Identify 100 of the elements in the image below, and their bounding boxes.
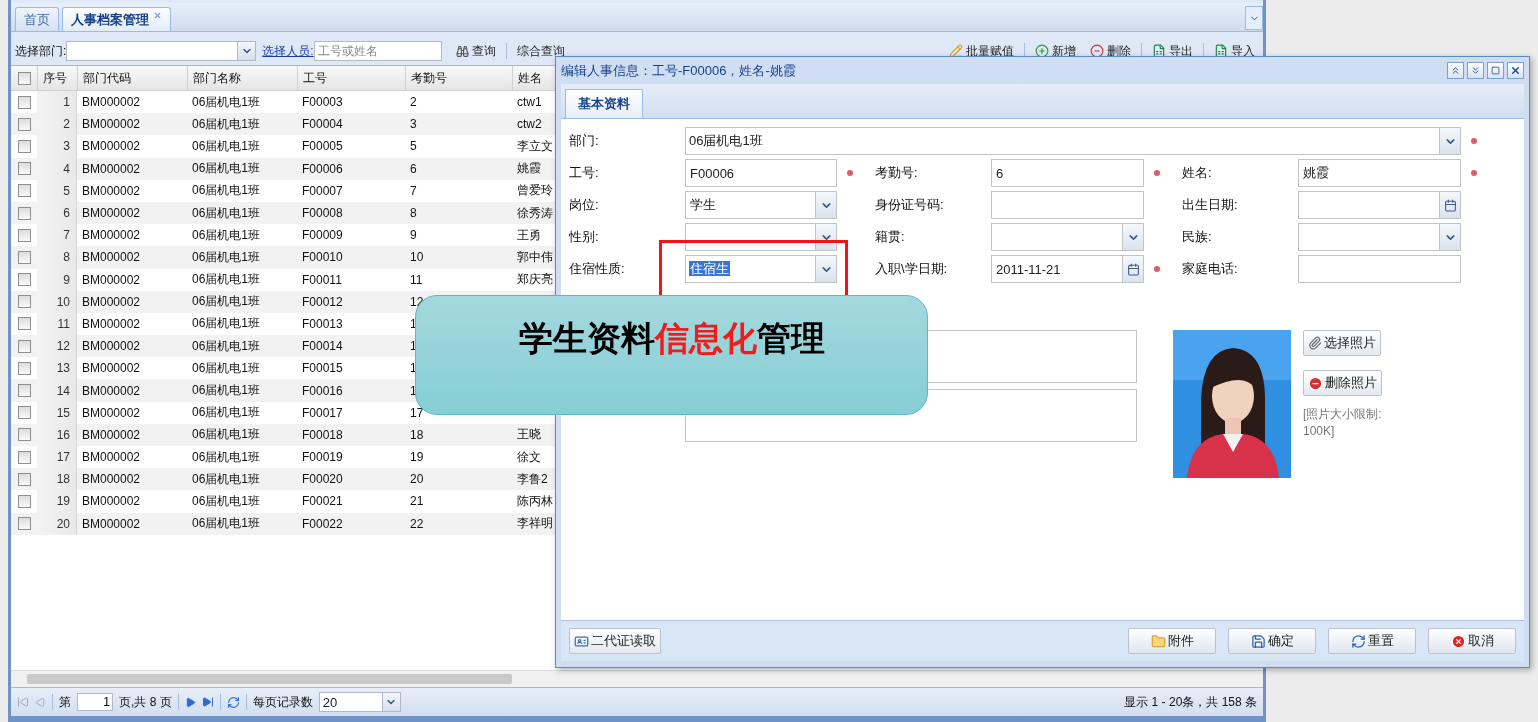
table-cell-text: F00015 [301,361,344,376]
table-cell-text: 06届机电1班 [191,337,262,355]
table-cell-text: BM000002 [81,405,142,420]
record-summary: 显示 1 - 20条，共 158 条 [1124,693,1257,711]
table-cell-text: F00016 [301,383,344,398]
table-cell-text: F00020 [301,472,344,487]
table-cell-text: ctw2 [516,117,543,132]
table-cell-text: F00006 [301,161,344,176]
table-cell-text: 徐秀涛 [516,204,554,222]
table-cell-text: 王勇 [516,226,542,244]
row-number: 11 [37,312,77,336]
table-cell-text: BM000002 [81,339,142,354]
table-cell-text: F00019 [301,450,344,465]
row-number: 9 [37,268,77,291]
table-cell-text: 郭中伟 [516,248,554,266]
table-cell-text: 19 [409,450,425,465]
table-cell-text: F00018 [301,427,344,442]
table-cell-text: 06届机电1班 [191,382,262,400]
table-cell-text: F00008 [301,206,344,221]
table-cell-text: 06届机电1班 [191,470,262,488]
row-number: 17 [37,446,77,469]
table-cell-text: BM000002 [81,316,142,331]
table-cell-text: 徐文 [516,448,542,466]
field-label: 入职\学日期: [875,260,949,278]
table-cell-text: F00021 [301,494,344,509]
table-cell-text: 17 [409,405,425,420]
table-cell-text: 郑庆亮 [516,271,554,289]
table-cell-text: 6 [409,161,418,176]
table-cell-text: 06届机电1班 [191,315,262,333]
table-cell-text: 21 [409,494,425,509]
row-number: 13 [37,357,77,380]
table-cell-text: ctw1 [516,95,543,110]
field-label: 岗位: [569,196,600,214]
field-label: 部门: [569,132,600,150]
table-cell-text: F00011 [301,272,343,287]
table-cell-text: BM000002 [81,206,142,221]
row-number: 15 [37,401,77,424]
table-cell-text: BM000002 [81,516,142,531]
page-size-label: 每页记录数 [252,693,313,711]
dialog-title: 编辑人事信息：工号-F00006，姓名-姚霞 [561,61,796,80]
field-label: 身份证号码: [875,196,945,214]
table-cell-text: 06届机电1班 [191,492,262,510]
table-cell-text: 李鲁2 [516,470,549,488]
table-cell-text: BM000002 [81,161,142,176]
table-cell-text: 06届机电1班 [191,359,262,377]
table-cell-text: BM000002 [81,361,142,376]
table-cell-text: 06届机电1班 [191,248,262,266]
table-cell-text: 06届机电1班 [191,293,262,311]
field-label: 性别: [569,228,600,246]
table-cell-text: BM000002 [81,472,142,487]
table-cell-text: 06届机电1班 [191,226,262,244]
row-number: 3 [37,135,77,158]
table-cell-text: 22 [409,516,425,531]
table-cell-text: F00013 [301,316,344,331]
field-label: 出生日期: [1182,196,1239,214]
table-cell-text: BM000002 [81,427,142,442]
table-cell-text: 06届机电1班 [191,137,262,155]
page-label: 第 [59,693,71,711]
table-cell-text: 06届机电1班 [191,115,262,133]
table-cell-text: 王晓 [516,426,542,444]
row-number: 5 [37,179,77,202]
callout-text: 学生资料信息化管理 [518,317,825,360]
table-cell-text: F00009 [301,228,344,243]
table-cell-text: 曾爱玲 [516,182,554,200]
table-cell-text: F00014 [301,339,344,354]
table-cell-text: 20 [409,472,425,487]
table-cell-text: BM000002 [81,117,142,132]
table-cell-text: BM000002 [81,383,142,398]
table-cell-text: BM000002 [81,294,142,309]
table-cell-text: 陈丙林 [516,492,554,510]
table-cell-text: BM000002 [81,450,142,465]
field-label: 考勤号: [875,164,919,182]
table-cell-text: 5 [409,139,418,154]
table-cell-text: BM000002 [81,139,142,154]
table-cell-text: 06届机电1班 [191,448,262,466]
table-cell-text: F00012 [301,294,344,309]
table-cell-text: BM000002 [81,228,142,243]
field-label: 姓名: [1182,164,1213,182]
table-cell-text: F00003 [301,95,344,110]
table-cell-text: 06届机电1班 [191,426,262,444]
photo-size-note: [照片大小限制: 100K] [1303,406,1383,440]
table-cell-text: 7 [409,183,418,198]
table-cell-text: 06届机电1班 [191,515,262,533]
field-label: 工号: [569,164,600,182]
table-cell-text: 06届机电1班 [191,204,262,222]
table-cell-text: F00010 [301,250,344,265]
table-cell-text: 18 [409,427,425,442]
page-total: 页,共 8 页 [119,693,172,711]
table-cell-text: BM000002 [81,250,142,265]
row-number: 19 [37,490,77,513]
row-number: 7 [37,224,77,247]
table-cell-text: 06届机电1班 [191,271,262,289]
table-cell-text: 06届机电1班 [191,93,262,111]
table-cell-text: 1 [409,383,418,398]
field-label: 家庭电话: [1182,260,1239,278]
table-cell-text: BM000002 [81,494,142,509]
table-cell-text: 2 [409,95,418,110]
table-cell-text: 李祥明 [516,515,554,533]
department-label: 选择部门: [15,42,67,60]
table-cell-text: BM000002 [81,183,142,198]
